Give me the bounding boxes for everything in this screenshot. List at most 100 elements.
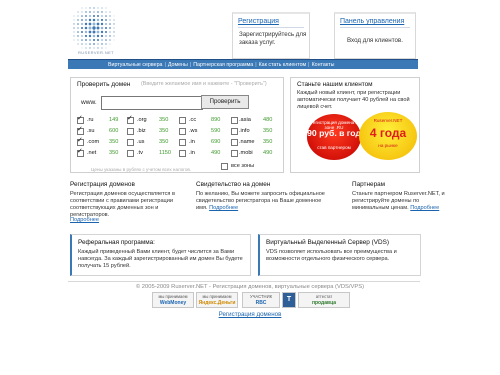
column-heading: Партнерам <box>352 181 386 188</box>
zone-price: 350 <box>263 139 273 145</box>
zone-price: 690 <box>211 139 221 145</box>
more-link[interactable]: Подробнее <box>410 205 439 211</box>
logo-dot <box>92 38 96 42</box>
ruserver-logo[interactable] <box>72 6 116 50</box>
vds-box: Виртуальный Выделенный Сервер (VDS) VDS … <box>258 234 421 276</box>
zone-checkbox[interactable] <box>179 128 186 135</box>
zone-checkbox[interactable] <box>231 128 238 135</box>
logo-dot <box>88 18 92 22</box>
logo-dot <box>88 34 92 38</box>
domain-input[interactable] <box>101 96 203 110</box>
zone-name: .in <box>189 150 195 156</box>
zone-checkbox[interactable] <box>179 139 186 146</box>
referral-heading: Реферальная программа: <box>78 239 155 246</box>
logo-dot <box>88 38 92 42</box>
price-footnote: Цены указаны в рублях с учетом всех нало… <box>91 167 192 172</box>
vds-text: VDS позволяет использовать все преимущес… <box>266 249 397 262</box>
logo-dot <box>104 30 108 34</box>
t-counter-badge[interactable]: T <box>282 292 296 308</box>
zone-name: .mobi <box>239 150 253 156</box>
column-heading: Свидетельство на домен <box>196 181 271 188</box>
zone-checkbox[interactable] <box>127 128 134 135</box>
logo-dot <box>105 47 107 49</box>
logo-dot <box>88 30 92 34</box>
zone-checkbox[interactable] <box>179 117 186 124</box>
all-zones-checkbox[interactable] <box>221 163 228 170</box>
control-panel-link[interactable]: Панель управления <box>340 18 415 25</box>
badge-logo: WebMoney <box>159 300 187 306</box>
zone-checkbox[interactable] <box>77 125 84 135</box>
logo-dot <box>93 11 95 13</box>
main-nav: Виртуальные сервера | Домены | Партнерск… <box>68 59 418 69</box>
logo-dot <box>77 19 79 21</box>
nav-item-partner-program[interactable]: Партнерская программа <box>193 62 253 68</box>
logo-dot <box>77 35 79 37</box>
become-client-panel: Станьте нашим клиентом Каждый новый клие… <box>290 77 420 173</box>
logo-dot <box>113 19 115 21</box>
zone-checkbox[interactable] <box>77 147 84 157</box>
zone-price: 350 <box>109 139 119 145</box>
badge-caption: аттестат <box>315 294 333 299</box>
check-button[interactable]: Проверить <box>201 95 249 109</box>
badge-caption: мы принимаем <box>158 294 188 299</box>
nav-item-virtual-servers[interactable]: Виртуальные сервера <box>108 62 162 68</box>
divider <box>340 27 410 28</box>
zone-price: 480 <box>263 117 273 123</box>
logo-dot <box>84 18 88 22</box>
zone-name: .com <box>87 139 100 145</box>
logo-dot <box>81 15 83 17</box>
yandex-money-badge[interactable]: мы принимаем Яндекс.Деньги <box>196 292 238 308</box>
logo-dot <box>101 7 103 9</box>
logo-dot <box>113 15 115 17</box>
zone-checkbox[interactable] <box>127 150 134 157</box>
zone-price: 350 <box>159 139 169 145</box>
logo-dot <box>77 11 79 13</box>
zone-price: 149 <box>109 117 119 123</box>
register-link[interactable]: Регистрация <box>238 18 309 25</box>
footer-domain-registration-link[interactable]: Регистрация доменов <box>0 311 500 318</box>
zone-name: .tv <box>137 150 143 156</box>
zone-checkbox[interactable] <box>179 150 186 157</box>
logo-dot <box>81 43 83 45</box>
nav-item-domains[interactable]: Домены <box>168 62 188 68</box>
logo-dot <box>84 34 88 38</box>
more-link[interactable]: Подробнее <box>70 217 99 223</box>
zone-checkbox[interactable] <box>127 114 134 124</box>
logo-dot <box>100 18 104 22</box>
logo-dot <box>113 23 115 25</box>
column-heading: Регистрация доменов <box>70 181 135 188</box>
badge-logo: RBC <box>255 300 267 306</box>
more-link[interactable]: Подробнее <box>209 205 238 211</box>
zone-checkbox[interactable] <box>127 139 134 146</box>
logo-dot <box>109 35 111 37</box>
nav-item-become-client[interactable]: Как стать клиентом <box>259 62 307 68</box>
seller-certificate-badge[interactable]: аттестат продавца <box>298 292 350 308</box>
logo-dot <box>105 15 107 17</box>
info-column-certificate: Свидетельство на домен По желанию, Вы мо… <box>196 181 326 212</box>
logo-dot <box>81 47 83 49</box>
logo-dot <box>113 31 115 33</box>
promo-badge-yellow[interactable]: Ruserver.NET 4 года на рынке <box>359 112 417 160</box>
zone-checkbox[interactable] <box>231 150 238 157</box>
logo-dot <box>100 30 104 34</box>
zone-checkbox[interactable] <box>231 139 238 146</box>
webmoney-badge[interactable]: мы принимаем WebMoney <box>152 292 194 308</box>
rbc-member-badge[interactable]: УЧАСТНИК RBC <box>242 292 280 308</box>
logo-dot <box>96 38 100 42</box>
zone-checkbox[interactable] <box>77 136 84 146</box>
logo-dot <box>100 34 104 38</box>
logo-dot <box>92 18 96 22</box>
logo-dot <box>77 31 79 33</box>
zone-price: 350 <box>159 117 169 123</box>
badge-logo: продавца <box>311 300 336 306</box>
nav-item-contacts[interactable]: Контакты <box>312 62 335 68</box>
logo-dot <box>97 47 99 49</box>
zone-checkbox[interactable] <box>231 117 238 124</box>
promo-badge-red[interactable]: Регистрация домена в зоне .RU 90 руб. в … <box>307 114 361 160</box>
zone-price: 590 <box>211 128 221 134</box>
logo-dot <box>93 7 95 9</box>
logo-dot <box>101 11 103 13</box>
zone-name: .ru <box>87 117 94 123</box>
zone-checkbox[interactable] <box>77 114 84 124</box>
all-zones-label: все зоны <box>231 163 255 169</box>
